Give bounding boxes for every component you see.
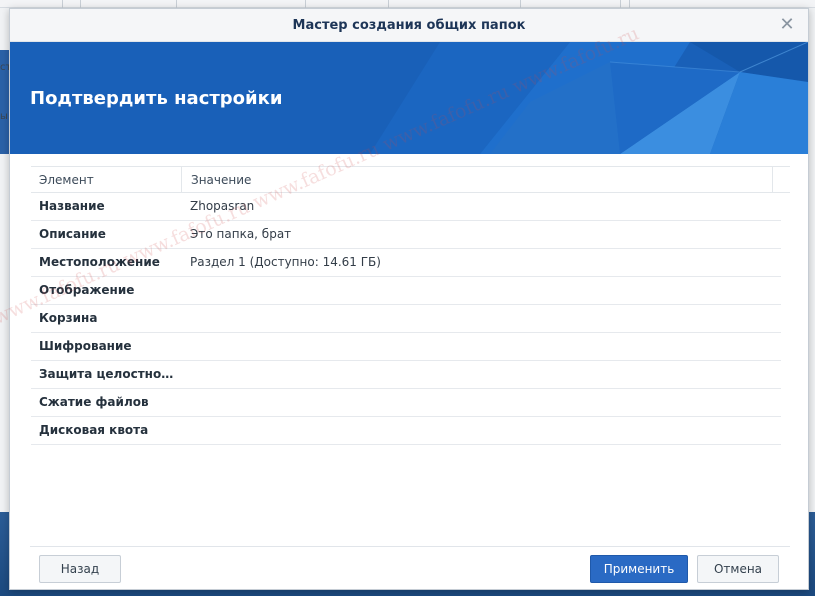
column-header-item[interactable]: Элемент: [39, 167, 181, 193]
table-body: Название Zhopasran Описание Это папка, брат…: [31, 193, 781, 445]
footer-divider: [30, 546, 790, 547]
row-key: Отображение: [39, 283, 135, 297]
row-key: Защита целостнос…: [39, 367, 179, 381]
row-key: Корзина: [39, 311, 98, 325]
cancel-button[interactable]: Отмена: [697, 555, 779, 583]
row-key: Название: [39, 199, 105, 213]
wizard-banner: Подтвердить настройки: [10, 42, 808, 154]
row-value: Раздел 1 (Доступно: 14.61 ГБ): [190, 255, 381, 269]
table-row[interactable]: Отображение: [31, 277, 781, 305]
table-row[interactable]: Дисковая квота: [31, 417, 781, 445]
table-row[interactable]: Описание Это папка, брат: [31, 221, 781, 249]
background-toolbar: [0, 0, 815, 8]
close-icon[interactable]: ✕: [778, 16, 796, 34]
apply-button[interactable]: Применить: [590, 555, 688, 583]
table-row[interactable]: Корзина: [31, 305, 781, 333]
column-header-value[interactable]: Значение: [181, 167, 773, 193]
row-key: Шифрование: [39, 339, 132, 353]
table-row[interactable]: Название Zhopasran: [31, 193, 781, 221]
background-right-edge: [809, 8, 815, 512]
row-key: Дисковая квота: [39, 423, 149, 437]
background-text: ы: [0, 111, 8, 122]
table-header: Элемент Значение: [31, 166, 790, 193]
table-row[interactable]: Местоположение Раздел 1 (Доступно: 14.61 …: [31, 249, 781, 277]
table-row[interactable]: Сжатие файлов: [31, 389, 781, 417]
dialog-title: Мастер создания общих папок: [10, 9, 808, 42]
row-key: Местоположение: [39, 255, 160, 269]
page-title: Подтвердить настройки: [30, 88, 283, 109]
table-row[interactable]: Защита целостнос…: [31, 361, 781, 389]
row-key: Описание: [39, 227, 106, 241]
row-key: Сжатие файлов: [39, 395, 149, 409]
share-folder-wizard-dialog: Мастер создания общих папок ✕ Подтвердит…: [0, 8, 809, 590]
row-value: Это папка, брат: [190, 227, 292, 241]
back-button[interactable]: Назад: [39, 555, 121, 583]
settings-summary-table: Элемент Значение Название Zhopasran Описан…: [31, 166, 790, 446]
row-value: Zhopasran: [190, 199, 255, 213]
table-row[interactable]: Шифрование: [31, 333, 781, 361]
